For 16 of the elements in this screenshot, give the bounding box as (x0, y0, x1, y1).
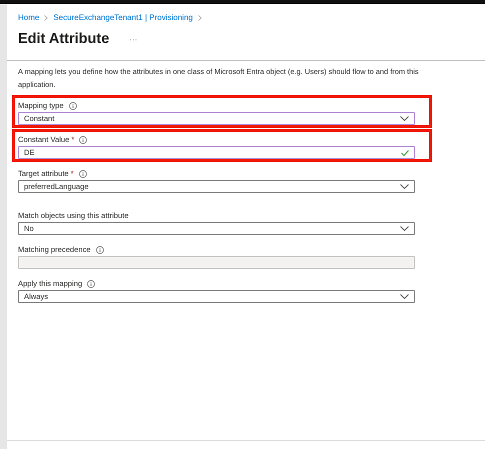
check-icon (401, 150, 409, 156)
chevron-right-icon (44, 14, 48, 20)
info-icon (79, 136, 88, 144)
info-icon (68, 102, 77, 110)
info-icon (87, 280, 96, 288)
breadcrumb-link[interactable]: Home (18, 13, 40, 22)
info-icon (96, 246, 104, 254)
chevron-down-icon (400, 184, 409, 189)
page-title: Edit Attribute (18, 31, 110, 47)
info-icon (78, 170, 87, 178)
more-button[interactable]: ··· (129, 34, 138, 44)
chevron-down-icon (400, 226, 409, 231)
chevron-down-icon (400, 294, 409, 299)
breadcrumb-link[interactable]: SecureExchangeTenant1 | Provisioning (53, 13, 193, 22)
chevron-right-icon (198, 14, 202, 20)
chevron-down-icon (400, 116, 409, 121)
